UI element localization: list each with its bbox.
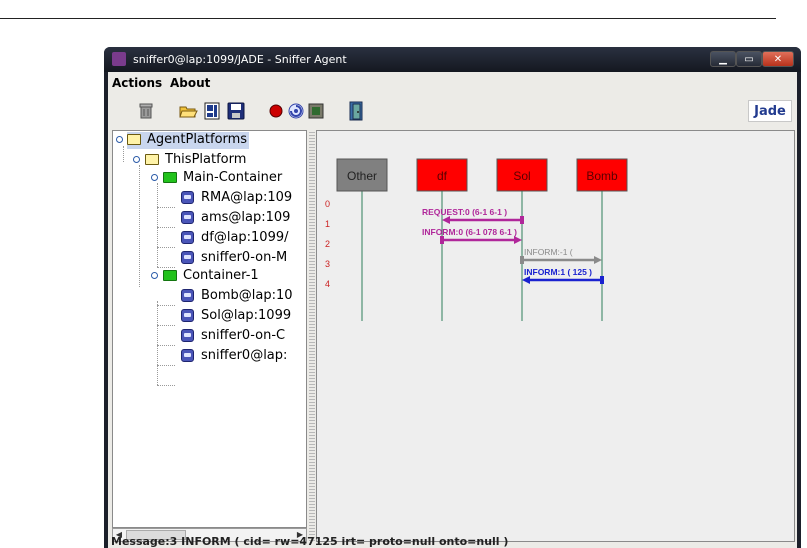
message-label: INFORM:0 (6-1 078 6-1 ) [422, 227, 517, 237]
save-icon-glyph [227, 102, 245, 120]
tree-connector [123, 146, 124, 162]
tree-connector [157, 247, 175, 248]
tree-node-root[interactable]: AgentPlatforms [127, 132, 249, 149]
row-index-label: 1 [325, 219, 330, 229]
expand-handle-icon[interactable] [151, 272, 158, 279]
tree-node-label: ThisPlatform [165, 152, 247, 167]
message-source-marker [520, 256, 524, 264]
exit-door-icon-glyph [349, 101, 363, 121]
message-source-marker [440, 236, 444, 244]
tree-connector [157, 301, 158, 385]
sniff-icon-glyph [288, 103, 304, 119]
row-index-label: 0 [325, 199, 330, 209]
tree-node-label: RMA@lap:109 [201, 190, 293, 205]
trash-icon-glyph [139, 103, 153, 119]
agent-icon [181, 309, 194, 322]
maximize-button[interactable]: ▭ [736, 51, 762, 67]
message-label: INFORM:-1 ( [524, 247, 573, 257]
tree-node-label: df@lap:1099/ [201, 230, 289, 245]
tree-connector [157, 267, 175, 268]
stop-icon-glyph [308, 103, 324, 119]
minimize-button[interactable]: ▁ [710, 51, 736, 67]
record-icon[interactable] [266, 101, 286, 121]
row-index-label: 2 [325, 239, 330, 249]
agent-box-label: Other [347, 169, 377, 183]
open-folder-icon[interactable] [178, 101, 198, 121]
agent-icon [181, 191, 194, 204]
agent-icon [181, 329, 194, 342]
sniffer-window: sniffer0@lap:1099/JADE - Sniffer Agent ▁… [104, 47, 801, 548]
message-arrowhead-icon [594, 256, 602, 264]
expand-handle-icon[interactable] [116, 136, 123, 143]
window-title: sniffer0@lap:1099/JADE - Sniffer Agent [133, 53, 347, 66]
agent-box-label: df [437, 169, 448, 183]
tree-node-label: ams@lap:109 [201, 210, 291, 225]
stop-icon[interactable] [306, 101, 326, 121]
tree-node-label: Bomb@lap:10 [201, 288, 293, 303]
agent-icon [181, 349, 194, 362]
agent-icon [181, 231, 194, 244]
tree-connector [157, 385, 175, 386]
message-arrowhead-icon [522, 276, 530, 284]
message-label: REQUEST:0 (6-1 6-1 ) [422, 207, 507, 217]
tree-node-label: Sol@lap:1099 [201, 308, 292, 323]
row-index-label: 3 [325, 259, 330, 269]
tree-connector [157, 207, 175, 208]
sequence-diagram: Other df Sol Bomb 0 1 2 3 4 REQUEST:0 (6-1 6-1 ) I… [325, 158, 628, 321]
status-message: Message:3 INFORM ( cid= rw=47125 irt= pr… [111, 535, 509, 548]
title-bar[interactable]: sniffer0@lap:1099/JADE - Sniffer Agent ▁… [104, 47, 801, 72]
message-source-marker [520, 216, 524, 224]
save-as-icon-glyph [204, 102, 220, 120]
tree-connector [139, 165, 140, 287]
window-client: Actions About Jade AgentPlatforms ThisPl… [108, 72, 797, 548]
close-button[interactable]: ✕ [762, 51, 794, 67]
split-pane-divider[interactable] [309, 130, 315, 542]
message-label: INFORM:1 ( 125 ) [524, 267, 592, 277]
sniff-icon[interactable] [286, 101, 306, 121]
toolbar: Jade [108, 96, 797, 126]
tree-connector [157, 305, 175, 306]
save-icon[interactable] [226, 101, 246, 121]
tree-node-label: sniffer0-on-C [201, 328, 286, 343]
folder-icon [163, 172, 177, 183]
menu-actions[interactable]: Actions [112, 76, 162, 90]
tree-node-label: AgentPlatforms [147, 132, 248, 147]
agent-icon [181, 289, 194, 302]
tree-node-label: Main-Container [183, 170, 283, 185]
tree-connector [157, 183, 158, 267]
agent-icon [181, 211, 194, 224]
agent-box-label: Bomb [586, 169, 618, 183]
sniffer-app-icon [112, 52, 126, 66]
agent-box-label: Sol [513, 169, 530, 183]
message-arrowhead-icon [442, 216, 450, 224]
trash-icon[interactable] [136, 101, 156, 121]
open-folder-icon-glyph [179, 106, 198, 118]
tree-connector [157, 365, 175, 366]
row-index-label: 4 [325, 279, 330, 289]
tree-connector [157, 227, 175, 228]
folder-icon [145, 154, 159, 165]
message-source-marker [600, 276, 604, 284]
agent-icon [181, 251, 194, 264]
record-icon-glyph [269, 104, 283, 118]
folder-icon [163, 270, 177, 281]
expand-handle-icon[interactable] [151, 174, 158, 181]
exit-door-icon[interactable] [346, 101, 366, 121]
tree-connector [157, 345, 175, 346]
tree-node-label: sniffer0@lap: [201, 348, 288, 363]
page-top-rule [0, 18, 776, 19]
expand-handle-icon[interactable] [133, 156, 140, 163]
jade-logo: Jade [748, 100, 792, 122]
message-arrowhead-icon [514, 236, 522, 244]
menu-about[interactable]: About [170, 76, 210, 90]
save-as-icon[interactable] [202, 101, 222, 121]
sequence-diagram-canvas[interactable]: Other df Sol Bomb 0 1 2 3 4 REQUEST:0 (6-1 6-1 ) I… [316, 130, 795, 542]
tree-node-label: Container-1 [183, 268, 259, 283]
folder-icon [127, 134, 141, 145]
menu-bar: Actions About [108, 72, 797, 94]
agent-tree[interactable]: AgentPlatforms ThisPlatform Main-Contain… [112, 130, 307, 528]
tree-node-label: sniffer0-on-M [201, 250, 288, 265]
tree-connector [157, 325, 175, 326]
